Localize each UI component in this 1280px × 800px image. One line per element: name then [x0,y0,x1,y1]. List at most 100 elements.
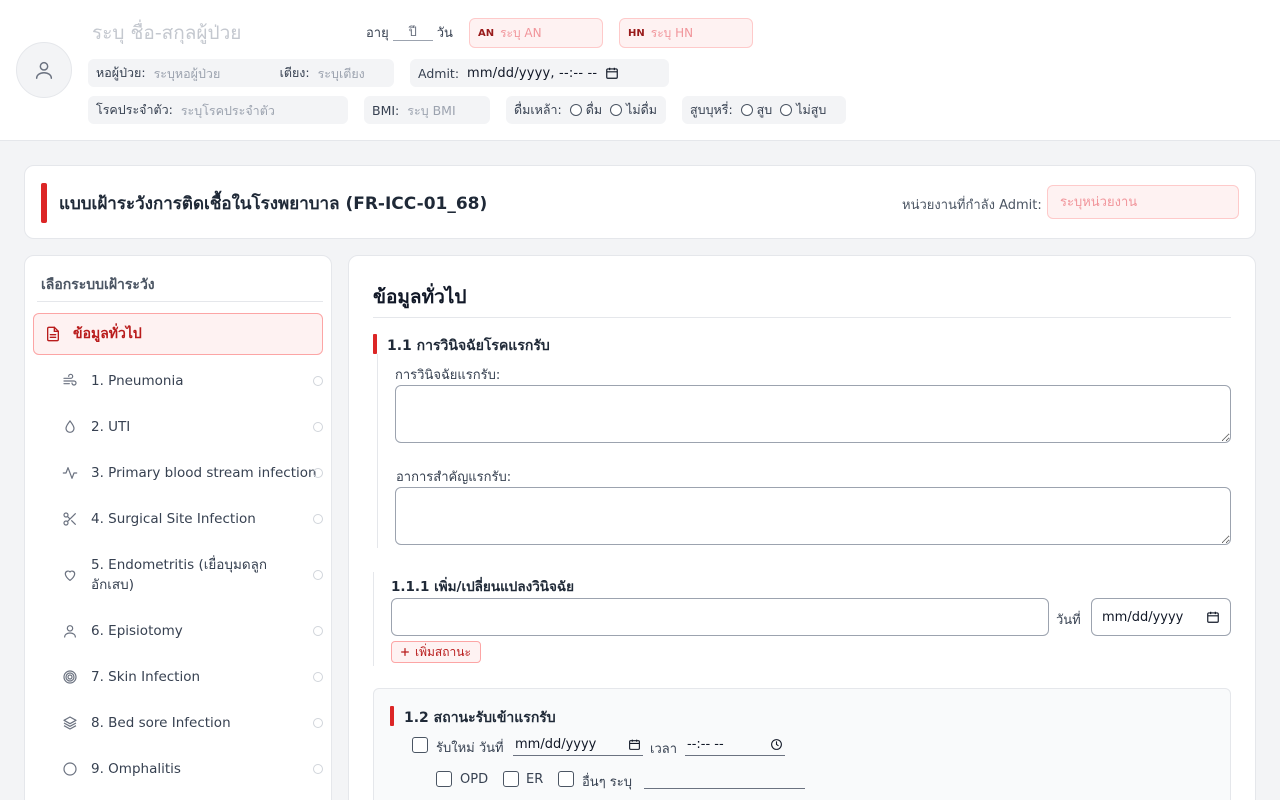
age-years-input[interactable] [392,24,433,41]
bed-label: เตียง: [279,65,310,80]
main-content: ข้อมูลทั่วไป 1.1 การวินิจฉัยโรคแรกรับ กา… [348,255,1256,800]
title-accent-bar [41,183,47,223]
sidebar-item-label: 9. Omphalitis [91,761,181,777]
alcohol-yes-radio[interactable]: ดื่ม [569,100,602,120]
new-admit-label: รับใหม่ วันที่ [436,741,504,756]
document-icon [47,326,59,342]
symptom-textarea[interactable] [395,487,1231,545]
sidebar-item-label: 8. Bed sore Infection [91,715,231,731]
surveillance-sidebar: เลือกระบบเฝ้าระวัง ข้อมูลทั่วไป 1. Pneum… [24,255,332,800]
new-admit-date-input[interactable]: mm/dd/yyyy [513,735,643,756]
sidebar-item-label: 2. UTI [91,419,131,435]
plus-icon [401,648,409,656]
section-1-2-title: 1.2 สถานะรับเข้าแรกรับ [404,710,556,726]
wind-icon [63,373,77,386]
layers-icon [63,716,77,730]
add-status-label: เพิ่มสถานะ [415,644,471,659]
status-dot [313,672,323,682]
date-placeholder: mm/dd/yyyy [515,736,597,752]
sidebar-item-label: 3. Primary blood stream infection [91,465,317,481]
bmi-label: BMI: [372,102,400,118]
section-accent-bar [390,706,394,726]
admit-datetime-input[interactable]: mm/dd/yyyy, --:-- -- [467,66,597,81]
section-accent-bar [373,334,377,354]
sidebar-item-endometritis[interactable]: 5. Endometritis (เยื่อบุมดลูกอักเสบ) [61,555,323,595]
add-status-button[interactable]: เพิ่มสถานะ [391,641,481,663]
hn-field: HN [619,18,753,48]
calendar-icon[interactable] [605,66,619,80]
section-guide-line [377,354,378,548]
other-label: อื่นๆ ระบุ [582,775,633,790]
bmi-input[interactable] [407,102,478,118]
sidebar-item-label: 4. Surgical Site Infection [91,511,256,527]
diagnosis-change-date-input[interactable]: mm/dd/yyyy [1091,598,1231,636]
status-dot [313,764,323,774]
form-title-card: แบบเฝ้าระวังการติดเชื้อในโรงพยาบาล (FR-I… [24,165,1256,239]
disease-label: โรคประจำตัว: [96,102,173,117]
sidebar-item-omphalitis[interactable]: 9. Omphalitis [61,759,323,779]
diagnosis-textarea[interactable] [395,385,1231,443]
other-checkbox[interactable] [558,771,574,787]
alcohol-no-radio[interactable]: ไม่ดื่ม [610,100,657,120]
date-label: วันที่ [1056,613,1081,628]
admit-label: Admit: [418,65,460,81]
heart-icon [64,570,76,581]
hn-tag: HN [628,27,645,39]
sidebar-item-bloodstream[interactable]: 3. Primary blood stream infection [61,463,323,483]
status-dot [313,468,323,478]
an-field: AN [469,18,603,48]
status-dot [313,514,323,524]
status-dot [313,570,323,580]
disease-group: โรคประจำตัว: [88,96,348,124]
diagnosis-change-input[interactable] [391,598,1049,636]
scissors-icon [63,512,76,526]
form-title: แบบเฝ้าระวังการติดเชื้อในโรงพยาบาล (FR-I… [59,194,488,214]
bed-input[interactable] [317,65,378,81]
sidebar-item-general-info[interactable]: ข้อมูลทั่วไป [33,313,323,355]
title-divider [373,317,1231,318]
activity-icon [62,467,78,479]
unit-input[interactable] [1047,185,1239,219]
user-icon [35,61,53,79]
sidebar-item-label: 1. Pneumonia [91,373,184,389]
smoking-no-radio[interactable]: ไม่สูบ [780,100,826,120]
time-placeholder: --:-- -- [687,736,724,752]
sidebar-item-pneumonia[interactable]: 1. Pneumonia [61,371,323,391]
sidebar-item-ssi[interactable]: 4. Surgical Site Infection [61,509,323,529]
day-label: วัน [436,26,453,41]
disease-input[interactable] [180,102,331,118]
sidebar-item-bed-sore[interactable]: 8. Bed sore Infection [61,713,323,733]
smoking-label: สูบบุหรี่: [690,102,733,117]
bmi-group: BMI: [364,96,490,124]
calendar-icon[interactable] [628,738,641,751]
clock-icon[interactable] [770,738,783,751]
other-specify-input[interactable] [644,770,805,789]
sidebar-item-skin-infection[interactable]: 7. Skin Infection [61,667,323,687]
patient-header: อายุ วัน AN HN หอผู้ป่วย: เตียง: Admit: … [0,0,1280,141]
smoking-yes-radio[interactable]: สูบ [740,100,772,120]
new-admit-checkbox[interactable] [412,737,428,753]
sidebar-item-uti[interactable]: 2. UTI [61,417,323,437]
age-label: อายุ [366,26,389,41]
hn-input[interactable] [650,26,741,40]
ward-label: หอผู้ป่วย: [96,65,146,80]
ward-input[interactable] [153,65,272,81]
sidebar-item-label: 6. Episiotomy [91,623,183,639]
status-dot [313,718,323,728]
date-placeholder: mm/dd/yyyy [1102,609,1184,625]
unit-label: หน่วยงานที่กำลัง Admit: [902,198,1042,213]
section-1-1-1-title: 1.1.1 เพิ่ม/เปลี่ยนแปลงวินิจฉัย [391,579,575,595]
symptom-label: อาการสำคัญแรกรับ: [396,470,512,485]
patient-name-input[interactable] [92,18,352,48]
opd-checkbox[interactable] [436,771,452,787]
calendar-icon[interactable] [1206,610,1220,624]
sidebar-item-episiotomy[interactable]: 6. Episiotomy [61,621,323,641]
er-checkbox[interactable] [503,771,519,787]
ward-bed-group: หอผู้ป่วย: เตียง: [88,59,394,87]
sidebar-heading: เลือกระบบเฝ้าระวัง [41,277,155,293]
new-admit-time-input[interactable]: --:-- -- [685,735,785,756]
target-icon [63,670,77,684]
sidebar-item-label: 5. Endometritis (เยื่อบุมดลูกอักเสบ) [91,557,268,593]
alcohol-label: ดื่มเหล้า: [514,102,562,117]
an-input[interactable] [500,26,591,40]
